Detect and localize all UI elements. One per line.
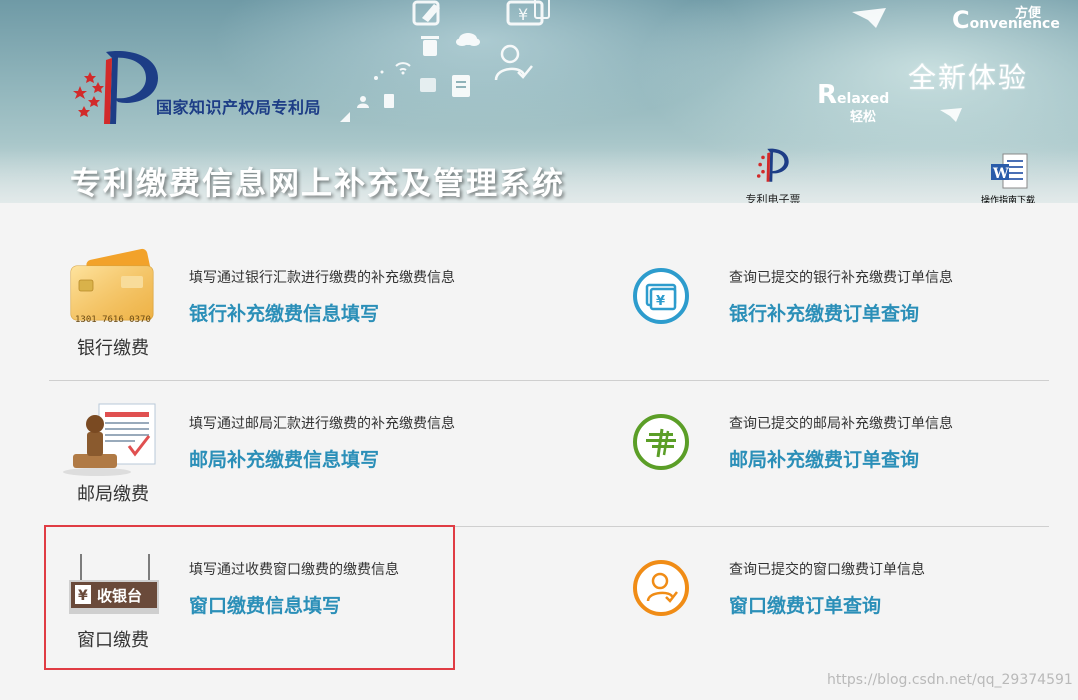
post-payment-label: 邮局缴费 bbox=[77, 484, 149, 505]
post-query-section: 查询已提交的邮局补充缴费订单信息 邮局补充缴费订单查询 bbox=[589, 382, 1049, 527]
paper-plane-icon bbox=[940, 108, 962, 122]
bank-query-description: 查询已提交的银行补充缴费订单信息 bbox=[729, 270, 953, 286]
bank-card-icon[interactable]: ¥ bbox=[632, 267, 690, 325]
slogan-relaxed-initial: R bbox=[817, 80, 838, 110]
bank-payment-row: 1301 7616 0370 银行缴费 填写通过银行汇款进行缴费的补充缴费信息 … bbox=[49, 236, 1049, 381]
svg-text:1301 7616 0370: 1301 7616 0370 bbox=[75, 315, 151, 325]
slogan-relaxed-cn: 轻松 bbox=[850, 110, 877, 125]
post-fill-description: 填写通过邮局汇款进行缴费的补充缴费信息 bbox=[189, 416, 455, 432]
post-fill-link[interactable]: 邮局补充缴费信息填写 bbox=[189, 445, 379, 472]
window-query-description: 查询已提交的窗口缴费订单信息 bbox=[729, 562, 925, 578]
bank-fill-description: 填写通过银行汇款进行缴费的补充缴费信息 bbox=[189, 270, 455, 286]
post-query-link[interactable]: 邮局补充缴费订单查询 bbox=[729, 445, 919, 472]
page-title: 专利缴费信息网上补充及管理系统 bbox=[70, 166, 565, 202]
post-office-icon[interactable] bbox=[632, 413, 690, 471]
word-doc-icon[interactable]: W bbox=[975, 152, 1045, 192]
slogan-new-experience: 全新体验 bbox=[908, 61, 1029, 94]
bank-fill-link[interactable]: 银行补充缴费信息填写 bbox=[189, 299, 379, 326]
window-query-link[interactable]: 窗口缴费订单查询 bbox=[729, 591, 881, 618]
svg-text:¥: ¥ bbox=[518, 5, 528, 24]
bank-query-link[interactable]: 银行补充缴费订单查询 bbox=[729, 299, 919, 326]
svg-text:W: W bbox=[992, 166, 1009, 182]
ebill-system-icon[interactable] bbox=[745, 146, 801, 196]
bank-fill-section: 1301 7616 0370 银行缴费 填写通过银行汇款进行缴费的补充缴费信息 … bbox=[49, 236, 549, 381]
slogan-convenience-initial: C bbox=[952, 6, 970, 34]
watermark: https://blog.csdn.net/qq_29374591 bbox=[827, 672, 1073, 688]
ebill-system-label[interactable]: 专利电子票据系统 bbox=[745, 194, 801, 203]
post-query-description: 查询已提交的邮局补充缴费订单信息 bbox=[729, 416, 953, 432]
post-stamp-image bbox=[63, 403, 156, 476]
decorative-icons: ¥ bbox=[340, 0, 550, 122]
bank-payment-label: 银行缴费 bbox=[77, 338, 149, 359]
person-check-icon[interactable] bbox=[632, 559, 690, 617]
card-number-text: 1301 7616 0370 bbox=[75, 315, 151, 325]
organization-name: 国家知识产权局专利局 bbox=[156, 98, 322, 117]
highlight-box bbox=[44, 525, 455, 670]
bank-query-section: ¥ 查询已提交的银行补充缴费订单信息 银行补充缴费订单查询 bbox=[589, 236, 1049, 381]
post-payment-row: 邮局缴费 填写通过邮局汇款进行缴费的补充缴费信息 邮局补充缴费信息填写 查询已提… bbox=[49, 382, 1049, 527]
sipo-logo-icon bbox=[73, 51, 158, 124]
header-banner: 国家知识产权局专利局 ¥ 方便 Convenience 全新体验 Relaxed… bbox=[0, 0, 1078, 203]
guide-download-link[interactable]: 操作指南下载 bbox=[972, 193, 1044, 203]
slogan-convenience-rest: onvenience bbox=[969, 16, 1060, 32]
row-divider bbox=[49, 380, 1049, 381]
slogan-convenience: Convenience bbox=[952, 6, 1060, 34]
paper-plane-icon bbox=[852, 8, 886, 28]
svg-text:¥: ¥ bbox=[656, 294, 665, 309]
slogan-relaxed-rest: elaxed bbox=[837, 91, 890, 107]
window-query-section: 查询已提交的窗口缴费订单信息 窗口缴费订单查询 bbox=[589, 528, 1049, 673]
post-fill-section: 邮局缴费 填写通过邮局汇款进行缴费的补充缴费信息 邮局补充缴费信息填写 bbox=[49, 382, 549, 527]
